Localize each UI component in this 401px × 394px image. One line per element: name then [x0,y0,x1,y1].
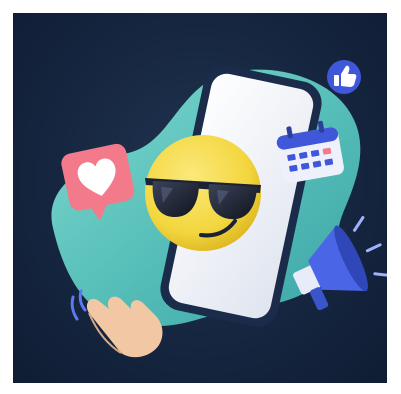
illustration-canvas [13,13,387,383]
illustration-svg [51,60,387,358]
illustration-frame [0,0,401,394]
thumbs-up-icon [327,60,361,94]
sunglasses-emoji [145,135,261,251]
